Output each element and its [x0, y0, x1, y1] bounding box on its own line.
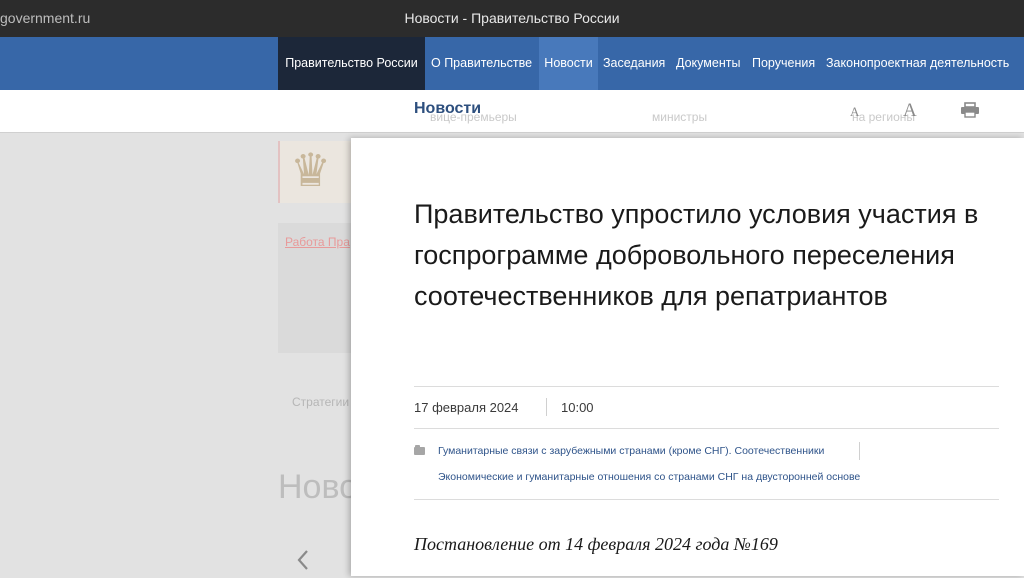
emblem-image: ♛ — [278, 141, 354, 203]
nav-item-legislation[interactable]: Законопроектная деятельность — [826, 37, 1009, 90]
ghost-item-ministers: министры — [652, 110, 708, 124]
nav-item-meetings[interactable]: Заседания — [603, 37, 665, 90]
work-block: Работа Пра — [278, 223, 352, 353]
nav-item-documents[interactable]: Документы — [676, 37, 740, 90]
tag-link-cis[interactable]: Экономические и гуманитарные отношения с… — [438, 471, 860, 483]
nav-item-about[interactable]: О Правительстве — [431, 37, 532, 90]
font-decrease-button[interactable]: A — [850, 104, 859, 120]
tag-link-compatriots[interactable]: Гуманитарные связи с зарубежными странам… — [438, 445, 824, 457]
article-title: Правительство упростило условия участия … — [414, 199, 979, 311]
page-subheader: вице-премьеры министры на регионы Новост… — [0, 90, 1024, 133]
divider — [414, 499, 999, 500]
work-link[interactable]: Работа Пра — [285, 235, 350, 249]
article-time: 10:00 — [561, 400, 594, 415]
tag-separator — [859, 442, 860, 460]
article-card: Правительство упростило условия участия … — [351, 138, 1024, 576]
folder-icon — [414, 445, 425, 455]
nav-item-government[interactable]: Правительство России — [278, 37, 425, 90]
chevron-left-icon[interactable] — [296, 548, 310, 578]
emblem-icon: ♛ — [290, 143, 332, 197]
window-title: Новости - Правительство России — [404, 10, 620, 26]
meta-separator — [546, 398, 547, 416]
divider — [414, 428, 999, 429]
strategy-link[interactable]: Стратегии — [292, 395, 349, 409]
divider — [414, 386, 999, 387]
main-nav: Правительство России О Правительстве Нов… — [0, 37, 1024, 90]
nav-item-news[interactable]: Новости — [539, 37, 598, 90]
font-increase-button[interactable]: A — [903, 100, 917, 122]
section-title: Новости — [414, 100, 482, 117]
browser-titlebar: government.ru Новости - Правительство Ро… — [0, 0, 1024, 37]
printer-icon[interactable] — [960, 102, 980, 123]
background-news-heading: Ново — [278, 468, 359, 506]
nav-item-instructions[interactable]: Поручения — [752, 37, 815, 90]
decree-title: Постановление от 14 февраля 2024 года №1… — [414, 534, 778, 554]
article-date: 17 февраля 2024 — [414, 400, 519, 415]
